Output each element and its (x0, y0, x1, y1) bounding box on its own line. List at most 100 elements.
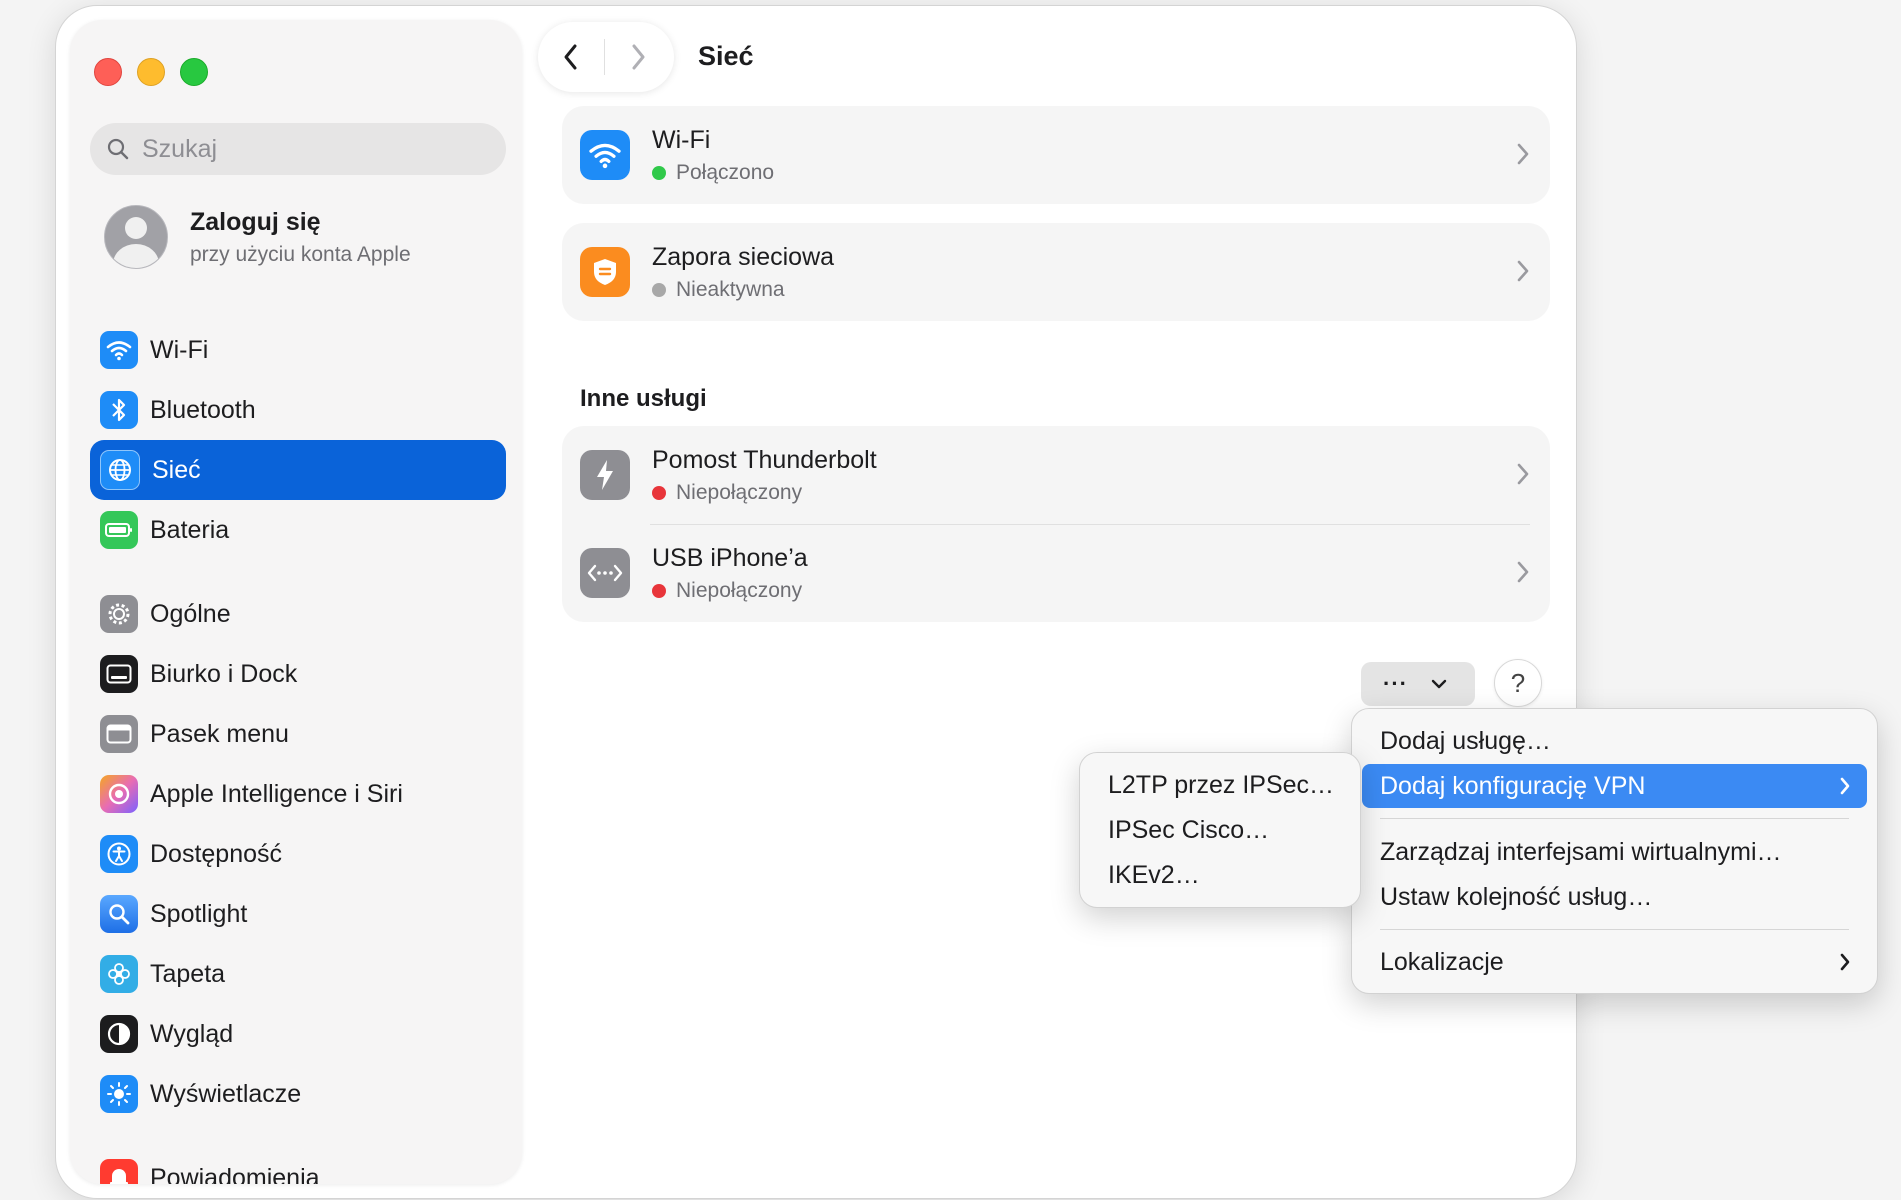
chevron-right-icon (1517, 463, 1529, 485)
globe-icon (100, 450, 140, 490)
search-icon (107, 138, 129, 160)
firewall-shield-icon (580, 247, 630, 297)
sidebar-item-general[interactable]: Ogólne (90, 584, 506, 644)
siri-icon (100, 775, 138, 813)
sidebar-item-appearance[interactable]: Wygląd (90, 1004, 506, 1064)
sidebar-item-wallpaper[interactable]: Tapeta (90, 944, 506, 1004)
chevron-right-icon (1517, 143, 1529, 165)
zoom-window-button[interactable] (180, 58, 208, 86)
menu-item-label: IKEv2… (1108, 860, 1200, 889)
service-status: Połączono (652, 161, 774, 185)
menu-item-manage-virtual-interfaces[interactable]: Zarządzaj interfejsami wirtualnymi… (1362, 830, 1867, 874)
sidebar-item-wifi[interactable]: Wi-Fi (90, 320, 506, 380)
account-signin[interactable]: Zaloguj się przy użyciu konta Apple (104, 205, 411, 269)
chevron-down-icon (1431, 679, 1447, 689)
search-field[interactable] (90, 123, 506, 175)
avatar (104, 205, 168, 269)
sidebar-item-label: Powiadomienia (150, 1163, 320, 1185)
chevron-right-icon (632, 44, 645, 70)
service-row-thunderbolt-bridge[interactable]: Pomost Thunderbolt Niepołączony (562, 426, 1550, 525)
sidebar-item-menu-bar[interactable]: Pasek menu (90, 704, 506, 764)
battery-icon (100, 511, 138, 549)
sidebar: Zaloguj się przy użyciu konta Apple Wi-F… (70, 20, 522, 1184)
menu-item-label: Zarządzaj interfejsami wirtualnymi… (1380, 837, 1782, 866)
menu-divider (1380, 929, 1849, 930)
sidebar-item-label: Wygląd (150, 1019, 234, 1048)
service-title: Wi-Fi (652, 125, 711, 154)
wifi-icon (580, 130, 630, 180)
ellipsis-icon: ··· (1383, 671, 1408, 696)
chevron-right-icon (1840, 777, 1850, 795)
sidebar-item-notifications[interactable]: Powiadomienia (90, 1148, 506, 1184)
menu-item-locations[interactable]: Lokalizacje (1362, 940, 1867, 984)
service-row-firewall[interactable]: Zapora sieciowa Nieaktywna (562, 223, 1550, 321)
bluetooth-icon (100, 391, 138, 429)
notifications-bell-icon (100, 1159, 138, 1184)
service-status: Niepołączony (652, 579, 808, 603)
submenu-item-ipsec-cisco[interactable]: IPSec Cisco… (1090, 808, 1350, 852)
search-input[interactable] (140, 133, 484, 165)
sidebar-item-network[interactable]: Sieć (90, 440, 506, 500)
status-text: Niepołączony (676, 578, 803, 602)
section-title-other-services: Inne usługi (580, 385, 707, 412)
more-actions-menu: Dodaj usługę… Dodaj konfigurację VPN Zar… (1351, 708, 1878, 994)
sidebar-item-battery[interactable]: Bateria (90, 500, 506, 560)
service-row-usb-iphone[interactable]: USB iPhone’a Niepołączony (562, 524, 1550, 622)
menu-item-add-vpn-configuration[interactable]: Dodaj konfigurację VPN (1362, 764, 1867, 808)
sidebar-item-label: Biurko i Dock (150, 659, 298, 688)
wifi-icon (100, 331, 138, 369)
sidebar-item-apple-intelligence-siri[interactable]: Apple Intelligence i Siri (90, 764, 506, 824)
display-brightness-icon (100, 1075, 138, 1113)
sidebar-item-label: Sieć (152, 455, 201, 484)
menubar-icon (100, 715, 138, 753)
menu-item-set-service-order[interactable]: Ustaw kolejność usług… (1362, 875, 1867, 919)
status-dot (652, 165, 666, 180)
status-text: Nieaktywna (676, 277, 785, 301)
sidebar-item-label: Spotlight (150, 899, 248, 928)
status-dot (652, 282, 666, 297)
chevron-left-icon (564, 44, 577, 70)
service-status: Niepołączony (652, 481, 877, 505)
account-title: Zaloguj się (190, 207, 321, 236)
sidebar-item-desktop-dock[interactable]: Biurko i Dock (90, 644, 506, 704)
menu-item-label: Lokalizacje (1380, 947, 1504, 976)
sidebar-item-label: Apple Intelligence i Siri (150, 779, 403, 808)
minimize-window-button[interactable] (137, 58, 165, 86)
forward-button[interactable] (605, 22, 671, 92)
accessibility-icon (100, 835, 138, 873)
sidebar-item-bluetooth[interactable]: Bluetooth (90, 380, 506, 440)
page-title: Sieć (698, 41, 754, 71)
sidebar-item-label: Ogólne (150, 599, 231, 628)
service-title: Pomost Thunderbolt (652, 445, 877, 474)
back-button[interactable] (538, 22, 604, 92)
sidebar-item-label: Wi-Fi (150, 335, 209, 364)
submenu-item-ikev2[interactable]: IKEv2… (1090, 853, 1350, 897)
sidebar-item-spotlight[interactable]: Spotlight (90, 884, 506, 944)
usb-arrows-icon (580, 548, 630, 598)
more-actions-button[interactable]: ··· (1361, 662, 1475, 706)
help-button[interactable]: ? (1494, 659, 1542, 707)
submenu-item-l2tp-ipsec[interactable]: L2TP przez IPSec… (1090, 763, 1350, 807)
sidebar-item-displays[interactable]: Wyświetlacze (90, 1064, 506, 1124)
status-text: Niepołączony (676, 480, 803, 504)
menu-item-label: L2TP przez IPSec… (1108, 770, 1335, 799)
service-status: Nieaktywna (652, 278, 834, 302)
menu-item-add-service[interactable]: Dodaj usługę… (1362, 719, 1867, 763)
sidebar-item-label: Dostępność (150, 839, 283, 868)
chevron-right-icon (1517, 260, 1529, 282)
sidebar-item-label: Bluetooth (150, 395, 256, 424)
sidebar-item-label: Pasek menu (150, 719, 289, 748)
account-subtitle: przy użyciu konta Apple (190, 242, 411, 266)
close-window-button[interactable] (94, 58, 122, 86)
menu-item-label: Ustaw kolejność usług… (1380, 882, 1653, 911)
settings-window: Zaloguj się przy użyciu konta Apple Wi-F… (55, 5, 1577, 1199)
status-text: Połączono (676, 160, 775, 184)
sidebar-item-accessibility[interactable]: Dostępność (90, 824, 506, 884)
gear-icon (100, 595, 138, 633)
question-mark-icon: ? (1510, 667, 1526, 698)
service-row-wifi[interactable]: Wi-Fi Połączono (562, 106, 1550, 204)
history-navigation (538, 22, 674, 92)
chevron-right-icon (1517, 561, 1529, 583)
menu-item-label: IPSec Cisco… (1108, 815, 1270, 844)
sidebar-item-label: Tapeta (150, 959, 226, 988)
